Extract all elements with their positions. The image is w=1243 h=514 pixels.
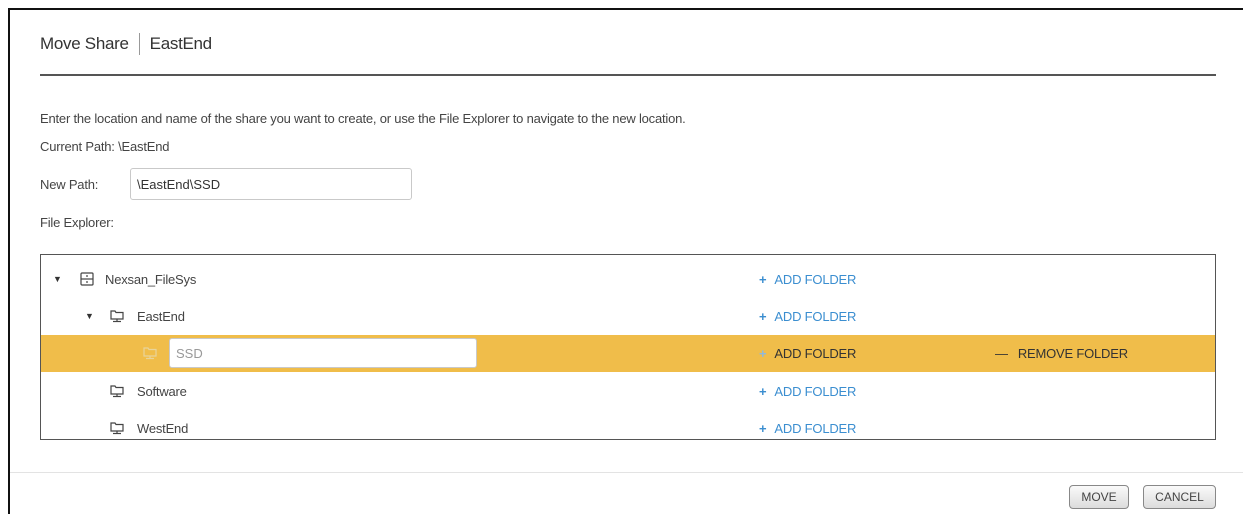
- tree-row-eastend[interactable]: ▼ EastEnd + ADD FOLDER: [41, 298, 1215, 335]
- file-explorer-label: File Explorer:: [40, 215, 114, 230]
- footer-divider: [10, 472, 1243, 473]
- plus-icon: +: [759, 272, 767, 287]
- share-folder-icon: [110, 385, 124, 398]
- new-path-label: New Path:: [40, 177, 99, 192]
- expand-caret-icon[interactable]: ▼: [85, 311, 94, 321]
- plus-icon: +: [759, 346, 767, 361]
- plus-icon: +: [759, 384, 767, 399]
- minus-icon: —: [995, 346, 1008, 361]
- dialog-subtitle: EastEnd: [149, 34, 212, 53]
- share-folder-icon: [110, 310, 124, 323]
- new-path-input[interactable]: [130, 168, 412, 200]
- folder-name-input[interactable]: [169, 338, 477, 368]
- title-divider: [40, 74, 1216, 76]
- tree-row-nexsan-filesys[interactable]: ▼ Nexsan_FileSys + ADD FOLDER: [41, 261, 1215, 298]
- tree-row-software[interactable]: Software + ADD FOLDER: [41, 373, 1215, 410]
- dialog-title: Move Share EastEnd: [40, 33, 212, 55]
- intro-text: Enter the location and name of the share…: [40, 111, 686, 126]
- cancel-button[interactable]: CANCEL: [1143, 485, 1216, 509]
- add-folder-button[interactable]: + ADD FOLDER: [759, 384, 856, 399]
- tree-item-label: Nexsan_FileSys: [105, 272, 197, 287]
- current-path: Current Path: \EastEnd: [40, 139, 170, 154]
- tree-item-label: Software: [137, 384, 187, 399]
- plus-icon: +: [759, 421, 767, 436]
- add-folder-button[interactable]: + ADD FOLDER: [759, 421, 856, 436]
- tree-item-label: WestEnd: [137, 421, 189, 436]
- add-folder-button[interactable]: + ADD FOLDER: [759, 309, 856, 324]
- tree-item-label: EastEnd: [137, 309, 185, 324]
- share-folder-icon: [110, 422, 124, 435]
- move-button[interactable]: MOVE: [1069, 485, 1129, 509]
- filesystem-icon: [80, 272, 94, 286]
- file-explorer-tree: ▼ Nexsan_FileSys + ADD FOLDER ▼ EastEnd +…: [40, 254, 1216, 440]
- add-folder-button[interactable]: + ADD FOLDER: [759, 346, 856, 361]
- move-share-dialog: Move Share EastEnd Enter the location an…: [8, 8, 1243, 514]
- add-folder-label: ADD FOLDER: [774, 346, 857, 361]
- add-folder-label: ADD FOLDER: [774, 384, 857, 399]
- remove-folder-label: REMOVE FOLDER: [1017, 346, 1128, 361]
- add-folder-label: ADD FOLDER: [774, 272, 857, 287]
- plus-icon: +: [759, 309, 767, 324]
- dialog-title-text: Move Share: [40, 34, 129, 53]
- add-folder-button[interactable]: + ADD FOLDER: [759, 272, 856, 287]
- tree-row-westend[interactable]: WestEnd + ADD FOLDER: [41, 410, 1215, 447]
- add-folder-label: ADD FOLDER: [774, 309, 857, 324]
- expand-caret-icon[interactable]: ▼: [53, 274, 62, 284]
- tree-row-ssd-selected[interactable]: + ADD FOLDER — REMOVE FOLDER: [41, 335, 1215, 372]
- add-folder-label: ADD FOLDER: [774, 421, 857, 436]
- remove-folder-button[interactable]: — REMOVE FOLDER: [995, 346, 1128, 361]
- share-folder-icon: [143, 347, 157, 360]
- title-separator: [138, 33, 140, 55]
